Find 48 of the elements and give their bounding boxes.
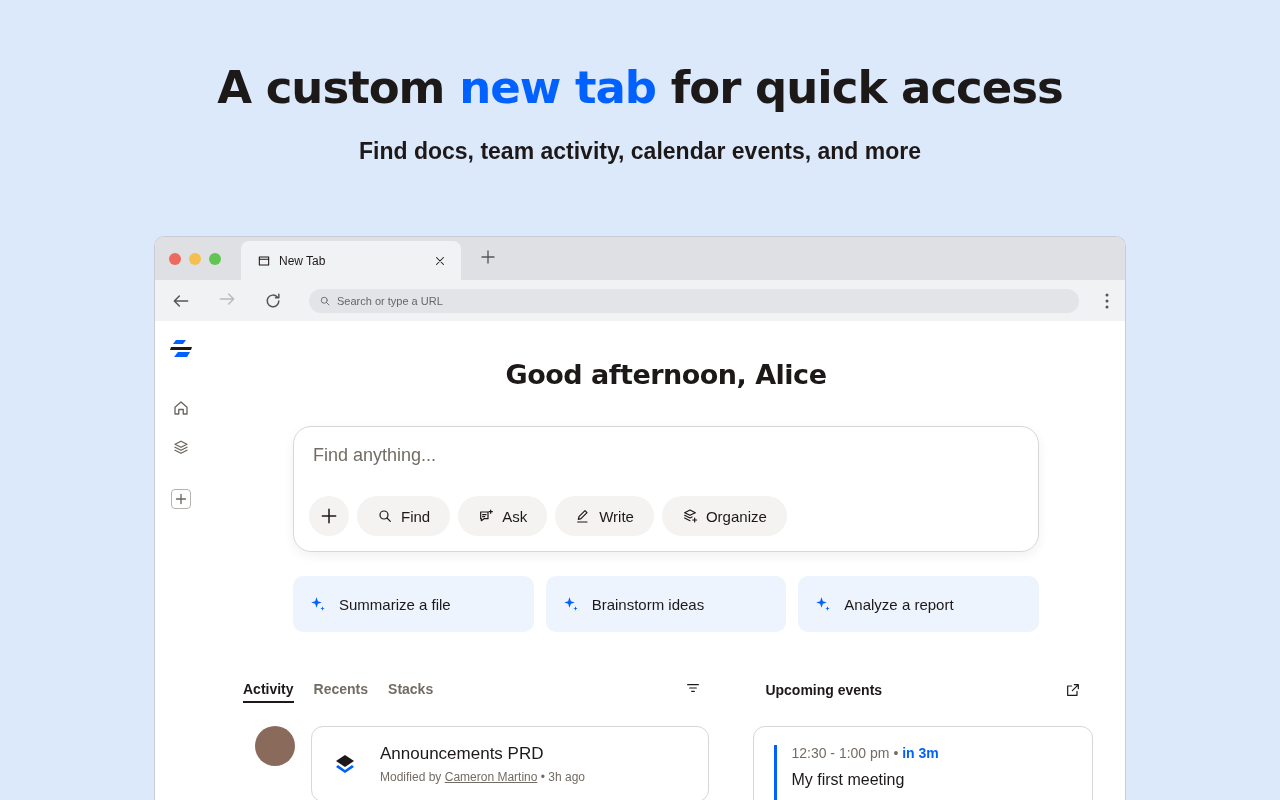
more-menu-icon[interactable]: [1105, 292, 1109, 309]
sparkle-icon: [561, 595, 580, 613]
event-time: 12:30 - 1:00 pm: [791, 745, 890, 761]
action-button[interactable]: Organize: [661, 496, 787, 536]
sparkle-icon: [309, 595, 327, 613]
search-icon: [319, 294, 331, 307]
section-tab[interactable]: Stacks: [388, 677, 434, 703]
modified-label: Modified by: [380, 770, 442, 784]
event-countdown: in 3m: [902, 745, 939, 761]
external-link-icon: [1065, 682, 1081, 698]
plus-icon: [479, 247, 497, 266]
layers-icon: [172, 439, 190, 457]
section-tab[interactable]: Activity: [243, 677, 294, 703]
headline: A custom new tab for quick access: [216, 60, 1064, 116]
event-title: My first meeting: [791, 771, 906, 789]
close-window-button[interactable]: [169, 252, 181, 265]
separator: •: [540, 770, 545, 784]
action-button[interactable]: Write: [555, 496, 654, 536]
chat-sparkle-icon: [478, 508, 495, 524]
plus-icon: [319, 506, 339, 526]
home-icon: [172, 399, 190, 417]
avatar: [255, 726, 295, 766]
search-field[interactable]: Find anything...: [309, 445, 1023, 466]
action-button[interactable]: Ask: [458, 496, 548, 536]
sparkle-icon: [814, 595, 833, 613]
app-logo-icon[interactable]: [169, 339, 193, 359]
layers-plus-icon: [681, 508, 698, 524]
address-placeholder: Search or type a URL: [337, 294, 443, 307]
person-link[interactable]: Cameron Martino: [444, 770, 538, 784]
subtitle: Find docs, team activity, calendar events, and more: [358, 137, 922, 166]
add-button[interactable]: [309, 496, 349, 536]
tab-title: New Tab: [279, 253, 327, 268]
window-icon: [257, 253, 271, 268]
address-bar[interactable]: Search or type a URL: [309, 288, 1079, 313]
search-icon: [377, 508, 393, 524]
suggestion-button[interactable]: Brainstorm ideas: [545, 576, 787, 632]
suggestion-button[interactable]: Summarize a file: [293, 576, 534, 632]
section-tab[interactable]: Recents: [313, 677, 369, 703]
modified-time: 3h ago: [548, 770, 585, 784]
greeting: Good afternoon, Alice: [505, 359, 827, 390]
event-card[interactable]: 12:30 - 1:00 pm • in 3m My first meeting: [753, 726, 1093, 800]
suggestion-button[interactable]: Analyze a report: [798, 576, 1039, 632]
section-title: Upcoming events: [765, 682, 883, 698]
stack-icon: [334, 753, 356, 775]
action-button[interactable]: Find: [357, 496, 451, 536]
browser-tab[interactable]: New Tab: [241, 241, 461, 280]
document-title: Announcements PRD: [380, 744, 545, 764]
separator: •: [893, 745, 899, 761]
